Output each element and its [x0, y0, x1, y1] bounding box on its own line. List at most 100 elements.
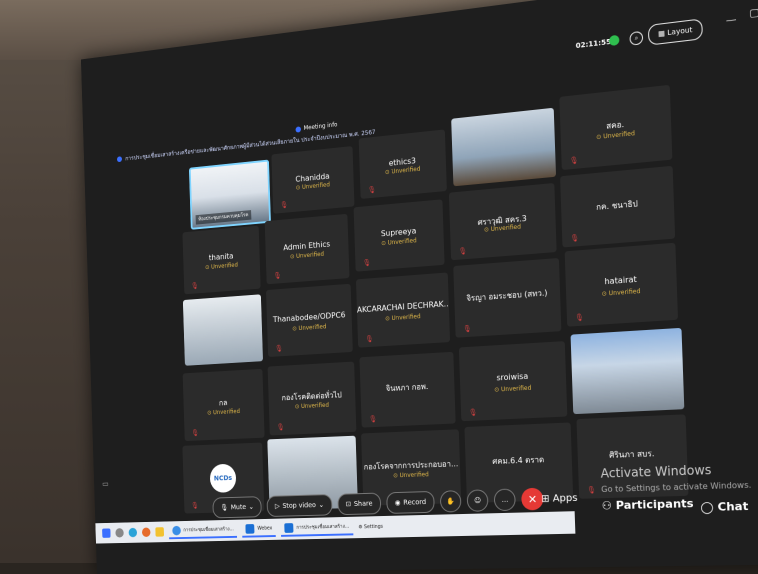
mic-muted-icon: 🎙 [369, 415, 377, 423]
layout-button[interactable]: ▦ Layout [648, 18, 703, 45]
mic-muted-icon: 🎙 [587, 486, 596, 494]
participant-tile[interactable]: จิรญา อมระชอบ (สทว.) 🎙 [453, 258, 561, 338]
participant-tile[interactable]: sroiwisa ⊙ Unverified 🎙 [459, 341, 567, 421]
mic-muted-icon: 🎙 [365, 335, 373, 343]
mic-muted-icon: 🎙 [280, 201, 288, 209]
participant-tile[interactable]: Admin Ethics ⊙ Unverified 🎙 [265, 214, 350, 284]
taskbar-item[interactable]: การประชุมเชื่อมเสาสร้าง... [281, 520, 353, 537]
apps-icon: ⊞ [541, 494, 550, 505]
activate-windows-title: Activate Windows [600, 463, 711, 481]
gear-icon: ⚙ [358, 524, 362, 530]
participant-tile[interactable]: จินหภา กอพ. 🎙 [359, 352, 455, 428]
record-button[interactable]: ◉ Record [386, 491, 435, 514]
participant-tile[interactable]: Supreeya ⊙ Unverified 🎙 [354, 199, 445, 271]
panel-toggle-icon[interactable]: ▭ [102, 479, 108, 488]
participant-name: sroiwisa [460, 370, 566, 385]
chevron-down-icon[interactable]: ⌄ [318, 501, 324, 509]
participant-tile[interactable]: Chanidda ⊙ Unverified 🎙 [271, 146, 354, 214]
participant-tile[interactable]: AKCARACHAI DECHRAK... ⊙ Unverified 🎙 [356, 272, 450, 347]
unverified-badge: ⊙ Unverified [460, 383, 566, 395]
search-icon[interactable] [115, 528, 124, 537]
mic-muted-icon: 🎙 [469, 408, 478, 416]
chevron-down-icon[interactable]: ⌄ [249, 503, 254, 511]
hand-icon: ✋ [447, 497, 456, 505]
participant-tile[interactable]: hatairat ⊙ Unverified 🎙 [565, 243, 678, 327]
share-icon: ⊡ [346, 500, 352, 508]
video-tile[interactable] [183, 294, 263, 365]
meeting-timer: 02:11:55 [576, 38, 612, 50]
more-icon: … [501, 496, 508, 504]
projector-screen: การประชุมเชื่อมเสาสร้างเครือข่ายและพัฒนา… [81, 0, 758, 574]
stop-video-button[interactable]: ▷ Stop video ⌄ [267, 494, 333, 517]
mic-muted-icon: 🎙 [277, 423, 285, 431]
participant-tile[interactable]: สคอ. ⊙ Unverified 🎙 [559, 85, 672, 170]
more-button[interactable]: … [494, 488, 516, 511]
participant-tile[interactable]: thanita ⊙ Unverified 🎙 [182, 226, 260, 295]
participant-tile[interactable]: Thanabodee/ODPC6 ⊙ Unverified 🎙 [266, 284, 353, 357]
layout-label: Layout [667, 26, 692, 37]
status-text: Unverified [302, 182, 330, 191]
mic-muted-icon: 🎙 [273, 272, 281, 280]
status-text: Unverified [609, 288, 641, 297]
share-button[interactable]: ⊡ Share [337, 493, 381, 516]
mic-muted-icon: 🎙 [368, 186, 376, 195]
taskbar-item[interactable]: Webex [242, 522, 276, 538]
reactions-button[interactable]: ☺ [467, 489, 489, 512]
participant-tile[interactable]: กองโรคติดต่อทั่วไป ⊙ Unverified 🎙 [268, 362, 357, 436]
status-text: Unverified [501, 384, 532, 393]
video-caption: ห้องประชุมกรมควบคุมโรค [196, 210, 252, 225]
participant-tile[interactable]: ศราวุฒิ สคร.3 ⊙ Unverified 🎙 [449, 183, 557, 260]
mic-muted-icon: 🎙 [575, 313, 584, 322]
raise-hand-button[interactable]: ✋ [440, 490, 462, 512]
participant-name: ศิรินภา สบร. [578, 445, 688, 462]
mic-muted-icon: 🎙 [191, 429, 199, 437]
connection-status-icon[interactable] [609, 35, 620, 46]
chat-button[interactable]: ◯ Chat [700, 499, 748, 514]
status-text: Unverified [301, 401, 329, 409]
people-icon: ⚇ [602, 499, 613, 513]
chat-icon: ◯ [700, 500, 714, 514]
firefox-icon[interactable] [142, 527, 151, 537]
apps-button[interactable]: ⊞ Apps [541, 493, 578, 505]
mute-label: Mute [231, 503, 247, 511]
participant-name: จินหภา กอพ. [360, 379, 454, 397]
participant-tile[interactable]: กล ⊙ Unverified 🎙 [183, 369, 265, 441]
maximize-icon[interactable]: ▢ [749, 7, 758, 20]
participant-tile[interactable]: ethics3 ⊙ Unverified 🎙 [359, 129, 447, 199]
status-text: Unverified [296, 251, 324, 260]
mute-button[interactable]: 🎙 Mute ⌄ [212, 496, 262, 518]
folder-icon[interactable] [155, 527, 164, 537]
ncds-logo: NCDs [210, 464, 237, 493]
mic-muted-icon: 🎙 [191, 502, 199, 510]
taskbar-item[interactable]: ⚙ Settings [358, 524, 383, 530]
status-text: Unverified [213, 408, 240, 416]
video-tile[interactable] [451, 108, 556, 187]
participants-button[interactable]: ⚇ Participants [602, 497, 694, 513]
mic-muted-icon: 🎙 [569, 156, 578, 165]
participant-name: จิรญา อมระชอบ (สทว.) [454, 286, 560, 306]
participant-name: กค. ชนาธิป [561, 193, 674, 216]
participant-grid: ห้องประชุมกรมควบคุมโรค Chanidda ⊙ Unveri… [128, 56, 683, 494]
apps-label: Apps [553, 493, 578, 505]
status-text: Unverified [400, 471, 429, 479]
participant-tile[interactable]: กค. ชนาธิป 🎙 [560, 166, 675, 248]
edge-icon[interactable] [129, 528, 138, 537]
taskbar-item[interactable]: การประชุมเชื่อมเสาสร้าง... [169, 523, 238, 540]
share-label: Share [354, 500, 373, 508]
chrome-icon [172, 526, 181, 536]
minimize-icon[interactable]: — [726, 14, 737, 27]
participant-name: ศคม.6.4 ตราด [465, 452, 572, 469]
record-icon: ◉ [395, 499, 401, 507]
stop-video-label: Stop video [282, 501, 316, 510]
windows-start-icon[interactable] [102, 528, 111, 537]
webex-icon [285, 523, 294, 533]
taskbar-item-label: การประชุมเชื่อมเสาสร้าง... [296, 523, 349, 532]
taskbar-item-label: Settings [364, 524, 383, 530]
participants-label: Participants [616, 497, 694, 513]
video-tile[interactable]: ห้องประชุมกรมควบคุมโรค [189, 160, 271, 230]
video-tile[interactable] [571, 328, 685, 414]
status-text: Unverified [391, 313, 420, 322]
status-text: Unverified [391, 166, 420, 176]
zoom-icon[interactable]: ⌕ [629, 31, 643, 46]
status-text: Unverified [388, 238, 417, 247]
